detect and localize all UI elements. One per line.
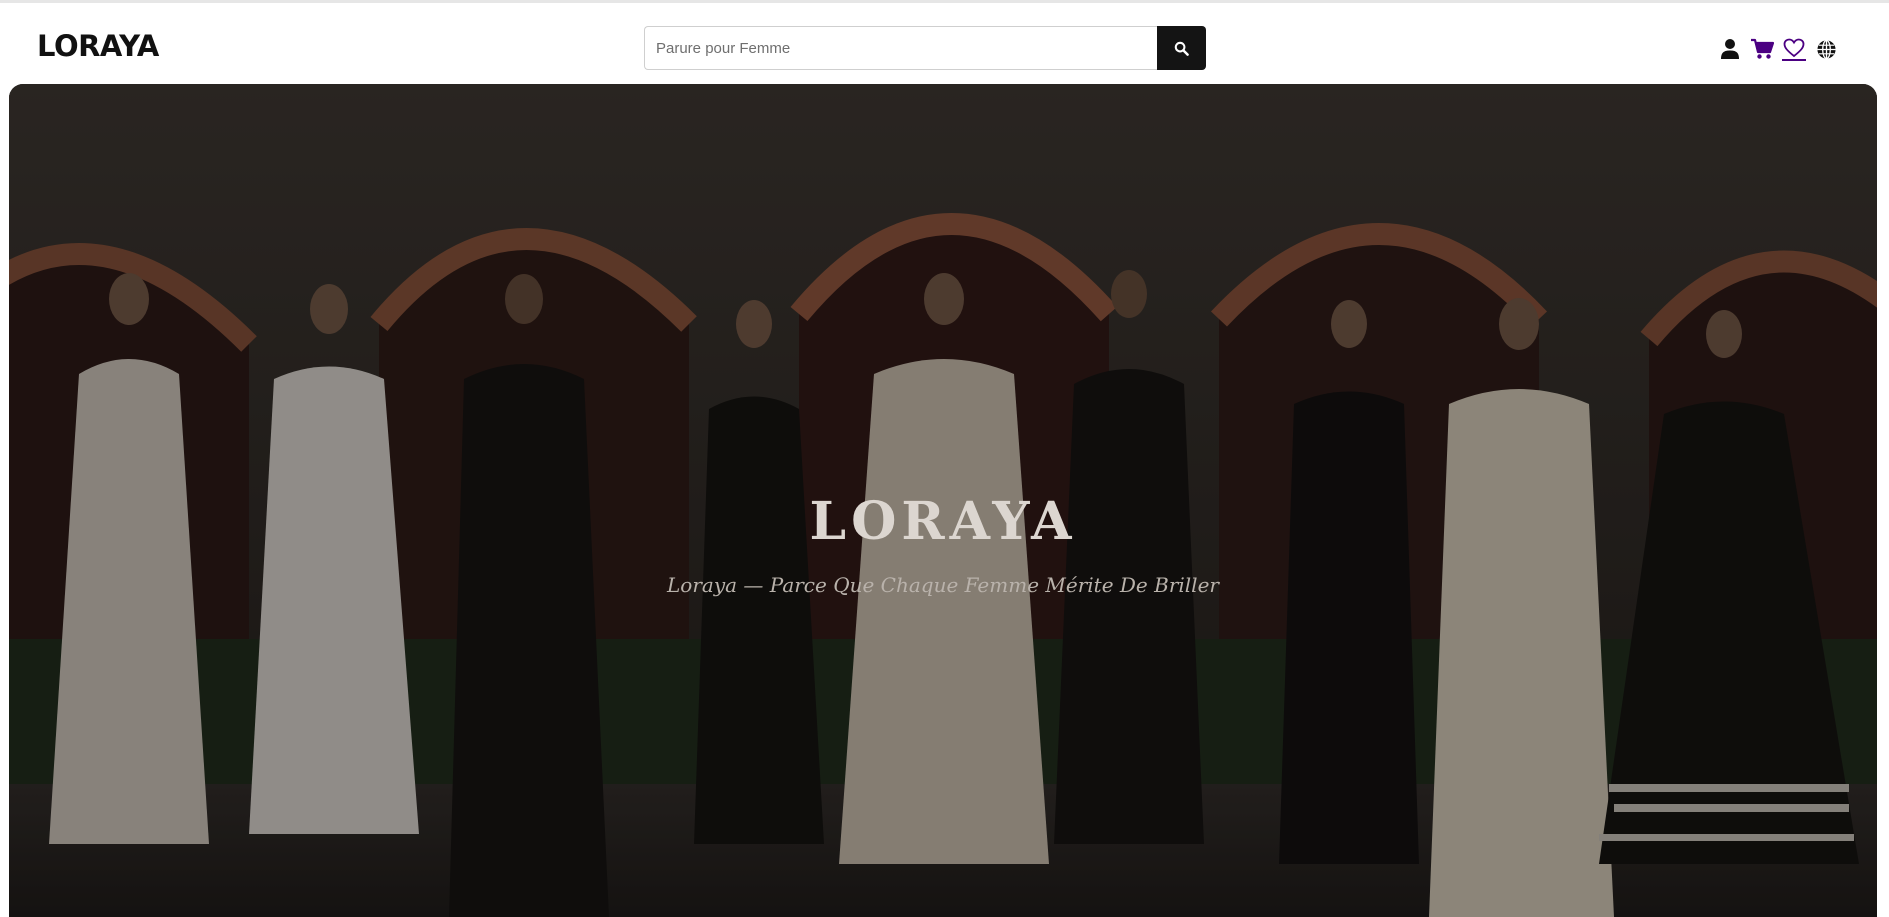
site-header: LORAYA [0, 3, 1889, 83]
heart-icon[interactable] [1782, 37, 1806, 61]
globe-icon[interactable] [1814, 37, 1838, 61]
search-button[interactable] [1156, 26, 1206, 70]
search-icon [1174, 41, 1189, 56]
cart-icon[interactable] [1750, 37, 1774, 61]
search-input[interactable] [644, 26, 1157, 70]
hero-banner: LORAYA Loraya — Parce Que Chaque Femme M… [9, 84, 1877, 917]
site-logo[interactable]: LORAYA [37, 29, 159, 63]
hero-subtitle: Loraya — Parce Que Chaque Femme Mérite D… [667, 573, 1219, 597]
user-icon[interactable] [1718, 37, 1742, 61]
search-form [644, 26, 1206, 70]
header-icons [1718, 37, 1838, 61]
hero-title: LORAYA [809, 491, 1077, 552]
